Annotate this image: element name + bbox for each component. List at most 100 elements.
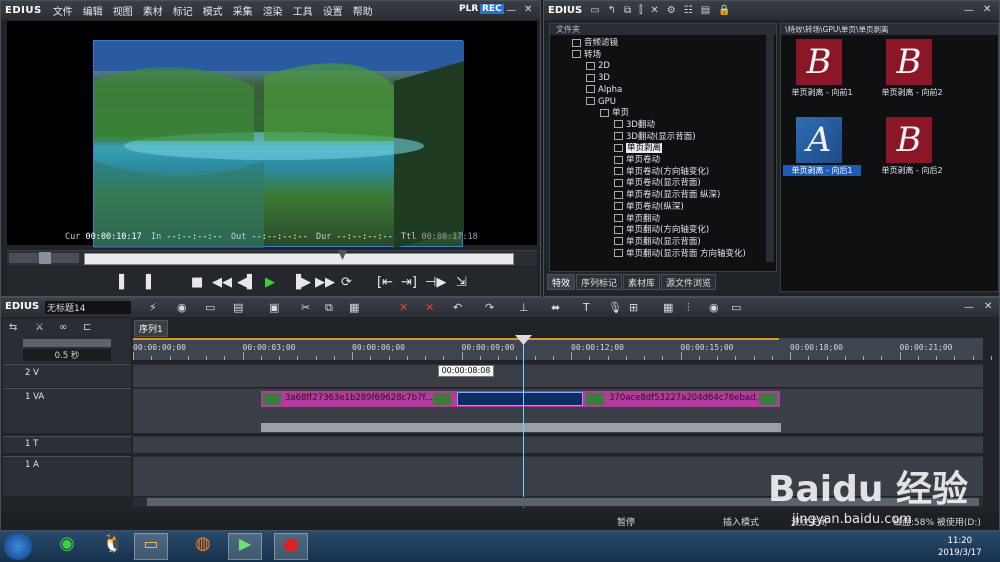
effect-clip[interactable]: A 单页剥离 - 向后1 (783, 117, 861, 177)
mark-in-icon[interactable]: ▐ (114, 275, 124, 290)
properties-icon[interactable]: ⚙ (667, 5, 676, 16)
track-header-1va[interactable]: 1 VA (3, 388, 131, 433)
insert-icon[interactable]: [⇤ (377, 275, 393, 290)
snap-icon[interactable]: ⚔ (35, 322, 44, 333)
delete-icon[interactable]: ✕ (399, 301, 408, 314)
plr-toggle[interactable]: PLR (459, 4, 478, 14)
group-icon[interactable]: ⊏ (83, 322, 91, 333)
save-icon[interactable]: ▣ (269, 301, 279, 314)
rewind-icon[interactable]: ◀◀ (212, 275, 232, 290)
tree-item[interactable]: 3D翻动 (614, 120, 655, 131)
menu-mode[interactable]: 模式 (198, 3, 228, 18)
minimize-icon[interactable]: — (964, 302, 974, 313)
tree-item[interactable]: GPU (586, 97, 616, 108)
zoom-select[interactable]: 0.5 秒 (23, 349, 111, 361)
explorer-icon[interactable]: ▭ (134, 533, 168, 560)
ripple-delete-icon[interactable]: ✕ (425, 301, 434, 314)
step-back-icon[interactable]: ◀▌ (237, 275, 257, 290)
transition-icon[interactable]: ⬌ (551, 301, 560, 314)
menu-help[interactable]: 帮助 (348, 3, 378, 18)
effect-clip[interactable]: B 单页剥离 - 向前1 (783, 39, 853, 99)
edius-icon[interactable]: ▶ (228, 533, 262, 560)
scrub-track[interactable] (84, 253, 514, 265)
menu-file[interactable]: 文件 (48, 3, 78, 18)
title-icon[interactable]: T (583, 301, 590, 314)
sync-icon[interactable]: ⇆ (9, 322, 17, 333)
start-icon[interactable] (4, 533, 32, 560)
close-icon[interactable]: ✕ (984, 301, 992, 312)
view-icon[interactable]: ☷ (684, 5, 693, 16)
track-lane-2v[interactable] (133, 364, 983, 387)
tab-sequence-markers[interactable]: 序列标记 (576, 274, 623, 290)
clock[interactable]: 11:20 2019/3/17 (938, 535, 982, 559)
tree-item[interactable]: 2D (586, 61, 610, 72)
tree-item[interactable]: 单页翻动(方向轴变化) (614, 225, 709, 236)
minimize-icon[interactable]: — (964, 5, 974, 16)
menu-settings[interactable]: 设置 (318, 3, 348, 18)
new-icon[interactable]: ▭ (205, 301, 215, 314)
sliders-icon[interactable]: ⫶ (687, 301, 690, 315)
tab-asset-library[interactable]: 素材库 (623, 274, 661, 290)
mark-out-icon[interactable]: ▌ (146, 275, 156, 290)
capture-icon[interactable]: ◉ (177, 301, 187, 314)
transition-block[interactable] (457, 392, 583, 406)
track-header-2v[interactable]: 2 V (3, 364, 131, 387)
tab-sequence[interactable]: 序列1 (134, 320, 168, 337)
qq-icon[interactable]: 🐧 (96, 533, 130, 560)
effect-clip[interactable]: B 单页剥离 - 向前2 (873, 39, 943, 99)
tree-item[interactable]: 单页卷动(方向轴变化) (614, 167, 709, 178)
link-icon[interactable]: ∞ (59, 322, 67, 333)
tree-item[interactable]: 音频滤镜 (572, 38, 618, 49)
menu-view[interactable]: 视图 (108, 3, 138, 18)
tree-item[interactable]: Alpha (586, 85, 622, 96)
layout-icon[interactable]: ▭ (731, 301, 741, 314)
close-icon[interactable]: ✕ (524, 4, 532, 15)
step-forward-icon[interactable]: ▐▶ (291, 275, 311, 290)
cut-icon[interactable]: ✂ (301, 301, 310, 314)
tree-item[interactable]: 单页翻动(显示背面 方向轴变化) (614, 249, 746, 260)
minimize-icon[interactable]: — (506, 5, 516, 16)
loop-icon[interactable]: ⟳ (341, 275, 352, 290)
trim-icon[interactable]: ⊣▶ (425, 275, 446, 290)
mixer-icon[interactable]: ⊞ (629, 301, 638, 314)
menu-edit[interactable]: 编辑 (78, 3, 108, 18)
tree-item[interactable]: 3D翻动(显示背面) (614, 132, 696, 143)
paste-icon[interactable]: ▦ (349, 301, 359, 314)
clip-a[interactable]: 3a68ff27363e1b289f69628c7b7f... 370ace8d… (261, 391, 780, 407)
audio-clip[interactable] (261, 423, 781, 432)
lock-icon[interactable]: 🔒 (718, 5, 730, 16)
time-ruler[interactable]: 00:00:00;00 00:00:03;00 00:00:06;00 00:00:0… (133, 338, 992, 360)
delete-icon[interactable]: ✕ (650, 5, 658, 16)
grid-icon[interactable]: ▦ (663, 301, 673, 314)
tab-effects[interactable]: 特效 (547, 274, 576, 290)
menu-tools[interactable]: 工具 (288, 3, 318, 18)
tree-item[interactable]: 单页 (600, 108, 629, 119)
fast-forward-icon[interactable]: ▶▶ (315, 275, 335, 290)
tree-item[interactable]: 单页翻动(显示背面) (614, 237, 701, 248)
shuttle-handle[interactable] (39, 252, 51, 264)
play-icon[interactable]: ▶ (265, 275, 275, 290)
tab-source-browser[interactable]: 源文件浏览 (661, 274, 717, 290)
tree-item[interactable]: 单页卷动 (614, 155, 660, 166)
close-icon[interactable]: ✕ (983, 4, 991, 15)
tree-scrollbar[interactable] (766, 34, 774, 262)
tree-item[interactable]: 3D (586, 73, 610, 84)
copy-icon[interactable]: ⧉ (624, 5, 631, 16)
app-icon[interactable]: ◉ (50, 533, 84, 560)
open-icon[interactable]: ▤ (233, 301, 243, 314)
layout-icon[interactable]: ▤ (701, 5, 710, 16)
track-header-1t[interactable]: 1 T (3, 436, 131, 453)
effect-clip[interactable]: B 单页剥离 - 向后2 (873, 117, 943, 177)
menu-marker[interactable]: 标记 (168, 3, 198, 18)
tree-item[interactable]: 单页卷动(纵深) (614, 202, 684, 213)
recorder-icon[interactable]: ● (274, 533, 308, 560)
mic-icon[interactable]: 🎙 (608, 301, 622, 314)
overwrite-icon[interactable]: ⇥] (401, 275, 417, 290)
effect-tool-icon[interactable]: ⚡ (149, 301, 157, 314)
folder-icon[interactable]: ▭ (590, 5, 599, 16)
up-folder-icon[interactable]: ↰ (608, 5, 616, 16)
copy-icon[interactable]: ⧉ (325, 301, 333, 315)
tree-item[interactable]: 单页卷动(显示背面) (614, 178, 701, 189)
playhead[interactable] (523, 338, 524, 508)
tree-item[interactable]: 单页翻动 (614, 214, 660, 225)
